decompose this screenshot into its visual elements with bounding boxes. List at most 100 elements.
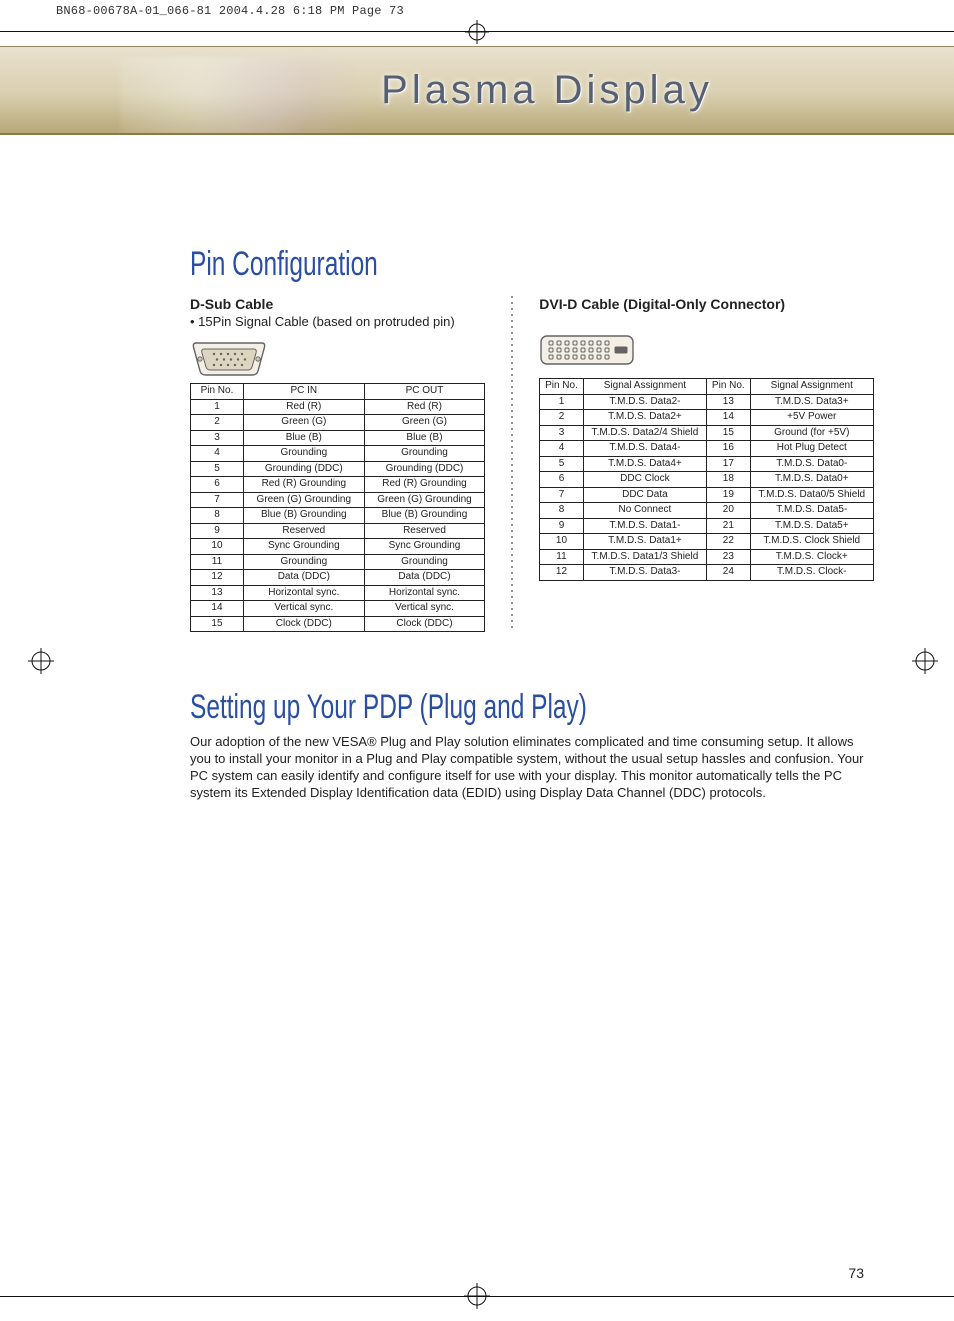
- table-cell: Grounding: [243, 446, 364, 462]
- table-cell: 9: [191, 523, 244, 539]
- table-cell: 15: [707, 425, 750, 441]
- table-cell: 10: [540, 534, 583, 550]
- table-cell: 6: [540, 472, 583, 488]
- table-row: 7DDC Data19T.M.D.S. Data0/5 Shield: [540, 487, 874, 503]
- banner-title: Plasma Display: [381, 68, 713, 113]
- table-cell: T.M.D.S. Data1-: [583, 518, 706, 534]
- table-cell: Green (G) Grounding: [364, 492, 485, 508]
- table-row: 11T.M.D.S. Data1/3 Shield23T.M.D.S. Cloc…: [540, 549, 874, 565]
- table-cell: Data (DDC): [364, 570, 485, 586]
- table-row: 10Sync GroundingSync Grounding: [191, 539, 485, 555]
- table-cell: Horizontal sync.: [243, 585, 364, 601]
- table-cell: 8: [540, 503, 583, 519]
- table-cell: 4: [191, 446, 244, 462]
- table-cell: 5: [540, 456, 583, 472]
- table-cell: T.M.D.S. Clock Shield: [750, 534, 873, 550]
- table-cell: 22: [707, 534, 750, 550]
- table-cell: DDC Data: [583, 487, 706, 503]
- table-cell: T.M.D.S. Clock+: [750, 549, 873, 565]
- table-cell: 17: [707, 456, 750, 472]
- table-cell: T.M.D.S. Data5-: [750, 503, 873, 519]
- table-cell: 7: [540, 487, 583, 503]
- table-cell: T.M.D.S. Data4+: [583, 456, 706, 472]
- table-cell: Green (G): [364, 415, 485, 431]
- table-row: 5Grounding (DDC)Grounding (DDC): [191, 461, 485, 477]
- table-cell: 10: [191, 539, 244, 555]
- table-header: PC OUT: [364, 384, 485, 400]
- table-cell: 1: [191, 399, 244, 415]
- table-cell: T.M.D.S. Clock-: [750, 565, 873, 581]
- table-cell: T.M.D.S. Data0-: [750, 456, 873, 472]
- table-cell: T.M.D.S. Data2-: [583, 394, 706, 410]
- table-cell: +5V Power: [750, 410, 873, 426]
- table-cell: Blue (B) Grounding: [243, 508, 364, 524]
- table-cell: 12: [540, 565, 583, 581]
- table-row: 10T.M.D.S. Data1+22T.M.D.S. Clock Shield: [540, 534, 874, 550]
- table-header: Pin No.: [707, 379, 750, 395]
- registration-mark-top: [465, 20, 489, 44]
- table-cell: Red (R) Grounding: [243, 477, 364, 493]
- dvi-heading: DVI-D Cable (Digital-Only Connector): [539, 296, 874, 312]
- table-header: Pin No.: [191, 384, 244, 400]
- table-cell: Green (G): [243, 415, 364, 431]
- plug-and-play-paragraph: Our adoption of the new VESA® Plug and P…: [190, 733, 874, 802]
- table-row: 3Blue (B)Blue (B): [191, 430, 485, 446]
- table-cell: 5: [191, 461, 244, 477]
- table-cell: 21: [707, 518, 750, 534]
- table-row: 5T.M.D.S. Data4+17T.M.D.S. Data0-: [540, 456, 874, 472]
- table-cell: 2: [540, 410, 583, 426]
- table-cell: Data (DDC): [243, 570, 364, 586]
- column-divider: [511, 294, 513, 632]
- table-cell: Red (R) Grounding: [364, 477, 485, 493]
- table-cell: T.M.D.S. Data2+: [583, 410, 706, 426]
- table-header: PC IN: [243, 384, 364, 400]
- table-cell: T.M.D.S. Data5+: [750, 518, 873, 534]
- table-cell: 1: [540, 394, 583, 410]
- table-cell: T.M.D.S. Data0+: [750, 472, 873, 488]
- table-cell: Vertical sync.: [364, 601, 485, 617]
- table-cell: Grounding: [364, 554, 485, 570]
- table-cell: 20: [707, 503, 750, 519]
- table-cell: Ground (for +5V): [750, 425, 873, 441]
- table-row: 12T.M.D.S. Data3-24T.M.D.S. Clock-: [540, 565, 874, 581]
- table-row: 11GroundingGrounding: [191, 554, 485, 570]
- table-cell: T.M.D.S. Data2/4 Shield: [583, 425, 706, 441]
- table-cell: T.M.D.S. Data4-: [583, 441, 706, 457]
- table-cell: Blue (B) Grounding: [364, 508, 485, 524]
- table-row: 8Blue (B) GroundingBlue (B) Grounding: [191, 508, 485, 524]
- table-cell: Blue (B): [243, 430, 364, 446]
- table-row: 13Horizontal sync.Horizontal sync.: [191, 585, 485, 601]
- table-cell: 11: [540, 549, 583, 565]
- table-cell: Clock (DDC): [364, 616, 485, 632]
- table-cell: 16: [707, 441, 750, 457]
- table-row: 3T.M.D.S. Data2/4 Shield15Ground (for +5…: [540, 425, 874, 441]
- table-cell: Sync Grounding: [243, 539, 364, 555]
- table-cell: Sync Grounding: [364, 539, 485, 555]
- table-cell: 8: [191, 508, 244, 524]
- table-cell: 6: [191, 477, 244, 493]
- table-row: 12Data (DDC)Data (DDC): [191, 570, 485, 586]
- table-row: 6Red (R) GroundingRed (R) Grounding: [191, 477, 485, 493]
- table-cell: Red (R): [243, 399, 364, 415]
- section-title-plug-and-play: Setting up Your PDP (Plug and Play): [190, 688, 875, 727]
- table-cell: Grounding: [364, 446, 485, 462]
- table-cell: Hot Plug Detect: [750, 441, 873, 457]
- table-cell: Blue (B): [364, 430, 485, 446]
- table-cell: DDC Clock: [583, 472, 706, 488]
- table-cell: 13: [707, 394, 750, 410]
- table-cell: 4: [540, 441, 583, 457]
- table-cell: Green (G) Grounding: [243, 492, 364, 508]
- table-cell: 2: [191, 415, 244, 431]
- table-cell: Grounding (DDC): [364, 461, 485, 477]
- table-cell: 14: [191, 601, 244, 617]
- table-cell: 14: [707, 410, 750, 426]
- table-cell: T.M.D.S. Data1/3 Shield: [583, 549, 706, 565]
- table-row: 1T.M.D.S. Data2-13T.M.D.S. Data3+: [540, 394, 874, 410]
- table-cell: 11: [191, 554, 244, 570]
- table-cell: 7: [191, 492, 244, 508]
- table-cell: 24: [707, 565, 750, 581]
- table-cell: T.M.D.S. Data3+: [750, 394, 873, 410]
- table-cell: Reserved: [243, 523, 364, 539]
- registration-mark-bottom: [464, 1283, 490, 1309]
- table-cell: T.M.D.S. Data1+: [583, 534, 706, 550]
